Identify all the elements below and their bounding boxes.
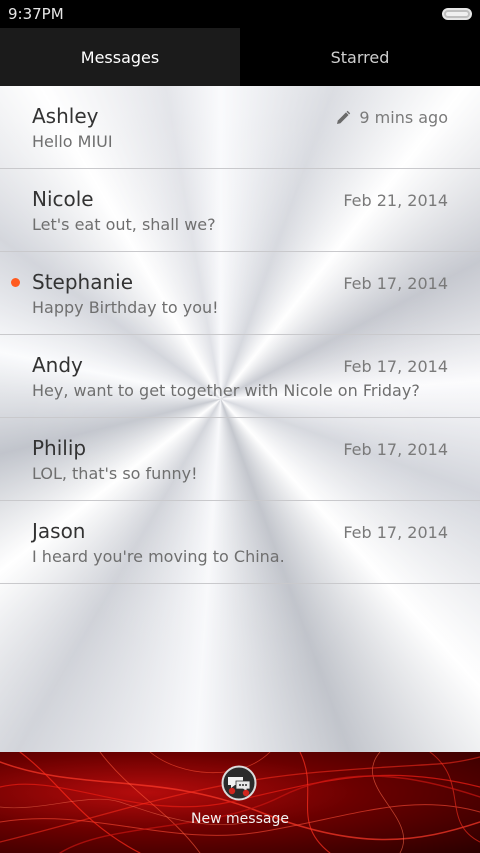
message-time: Feb 17, 2014 [343,357,448,376]
unread-indicator-dot [11,278,20,287]
message-preview: Happy Birthday to you! [32,298,219,317]
message-preview: Let's eat out, shall we? [32,215,216,234]
tab-starred[interactable]: Starred [240,28,480,86]
pencil-icon [337,110,351,124]
message-time: 9 mins ago [335,108,448,128]
bottom-action-bar: New message [0,752,480,853]
tab-bar: Messages Starred [0,28,480,86]
message-time: Feb 17, 2014 [343,274,448,293]
message-list: Ashley Hello MIUI 9 mins ago Nicole Let'… [0,86,480,584]
new-message-label[interactable]: New message [0,810,480,828]
message-preview: Hello MIUI [32,132,113,151]
contact-name: Andy [32,353,83,377]
contact-name: Nicole [32,187,94,211]
status-time: 9:37PM [8,5,64,23]
contact-name: Ashley [32,104,99,128]
message-time: Feb 21, 2014 [343,191,448,210]
status-bar: 9:37PM [0,0,480,28]
message-row[interactable]: Ashley Hello MIUI 9 mins ago [0,86,480,169]
message-row[interactable]: Nicole Let's eat out, shall we? Feb 21, … [0,169,480,252]
contact-name: Stephanie [32,270,134,294]
message-row[interactable]: Andy Hey, want to get together with Nico… [0,335,480,418]
messages-screen: 9:37PM Messages Starred Ashley Hello MIU… [0,0,480,853]
message-time: Feb 17, 2014 [343,523,448,542]
message-preview: LOL, that's so funny! [32,464,198,483]
tab-messages[interactable]: Messages [0,28,240,86]
contact-name: Philip [32,436,87,460]
message-time: Feb 17, 2014 [343,440,448,459]
message-row[interactable]: Jason I heard you're moving to China. Fe… [0,501,480,584]
battery-icon [442,8,472,20]
message-row[interactable]: Philip LOL, that's so funny! Feb 17, 201… [0,418,480,501]
contact-name: Jason [32,519,86,543]
new-message-icon[interactable] [221,765,257,801]
message-time-text: 9 mins ago [359,108,448,127]
message-preview: Hey, want to get together with Nicole on… [32,381,420,400]
message-preview: I heard you're moving to China. [32,547,285,566]
message-row[interactable]: Stephanie Happy Birthday to you! Feb 17,… [0,252,480,335]
